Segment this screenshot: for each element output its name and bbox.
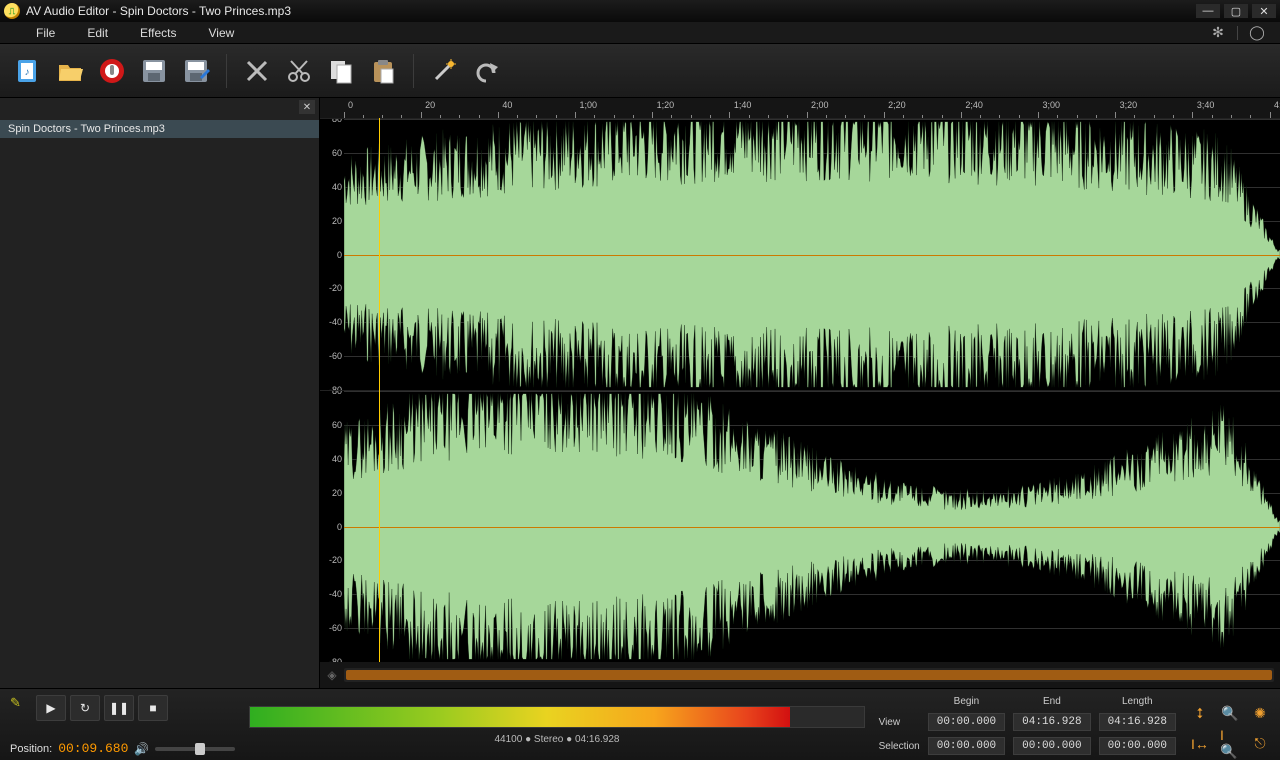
scroll-home-icon[interactable]: ◈ [320, 668, 344, 682]
magic-wand-icon [430, 57, 458, 85]
loop-button[interactable]: ↻ [70, 695, 100, 721]
window-title: AV Audio Editor - Spin Doctors - Two Pri… [26, 4, 291, 18]
level-meter [249, 706, 864, 728]
toolbar: ♪ [0, 44, 1280, 98]
waveform-channel-left[interactable]: 806040200-20-40-60-80 [320, 118, 1280, 390]
toolbar-separator [226, 54, 227, 88]
copy-button[interactable] [323, 53, 359, 89]
settings-gear-icon[interactable]: ✻ [1209, 24, 1227, 42]
position-label: Position: [10, 743, 52, 755]
horizontal-scroll-row: ◈ [320, 662, 1280, 688]
pause-button[interactable]: ❚❚ [104, 695, 134, 721]
copy-icon [327, 57, 355, 85]
new-file-icon: ♪ [14, 57, 42, 85]
paste-icon [369, 57, 397, 85]
range-row-view-label: View [879, 717, 920, 728]
waveform-editor: 020401;001;201;402;002;202;403;003;203;4… [320, 98, 1280, 688]
refresh-icon[interactable]: ◯ [1248, 24, 1266, 42]
menu-edit[interactable]: Edit [71, 22, 124, 43]
new-file-button[interactable]: ♪ [10, 53, 46, 89]
stop-button[interactable]: ■ [138, 695, 168, 721]
record-button[interactable] [94, 53, 130, 89]
save-icon [140, 57, 168, 85]
track-item-label: Spin Doctors - Two Princes.mp3 [8, 123, 165, 135]
zoom-in-icon[interactable]: 🔍 [1220, 703, 1240, 723]
selection-begin-value[interactable]: 00:00.000 [928, 737, 1005, 755]
close-button[interactable]: ✕ [1252, 4, 1276, 18]
view-begin-value[interactable]: 00:00.000 [928, 713, 1005, 731]
menu-bar: File Edit Effects View ✻ ◯ [0, 22, 1280, 44]
level-meter-area: 44100 ● Stereo ● 04:16.928 [249, 695, 864, 756]
play-button[interactable]: ▶ [36, 695, 66, 721]
range-header-end: End [1013, 696, 1090, 707]
save-as-icon [182, 57, 210, 85]
save-button[interactable] [136, 53, 172, 89]
trim-button[interactable] [281, 53, 317, 89]
svg-text:♪: ♪ [25, 67, 30, 78]
timeline-ruler[interactable]: 020401;001;201;402;002;202;403;003;203;4… [320, 98, 1280, 118]
horizontal-scrollbar[interactable] [344, 668, 1274, 682]
transport-controls: ▶ ↻ ❚❚ ■ [36, 695, 168, 721]
scissors-icon [285, 57, 313, 85]
undo-icon [472, 57, 500, 85]
view-length-value[interactable]: 04:16.928 [1099, 713, 1176, 731]
save-as-button[interactable] [178, 53, 214, 89]
track-list: Spin Doctors - Two Princes.mp3 [0, 120, 319, 138]
zoom-selection-icon[interactable]: I🔍 [1220, 734, 1240, 754]
range-header-begin: Begin [928, 696, 1005, 707]
volume-slider[interactable] [155, 747, 235, 751]
range-readout: Begin End Length View 00:00.000 04:16.92… [879, 695, 1176, 756]
zoom-fit-vertical-icon[interactable]: ⭥ [1190, 703, 1210, 723]
undo-button[interactable] [468, 53, 504, 89]
zoom-out-icon[interactable]: ⎋ [1250, 734, 1270, 754]
waveform-channel-right[interactable]: 806040200-20-40-60-80 [320, 390, 1280, 662]
waveform-channels[interactable]: 806040200-20-40-60-80 806040200-20-40-60… [320, 118, 1280, 662]
zoom-fit-horizontal-icon[interactable]: I↔ [1190, 734, 1210, 754]
scrollbar-thumb[interactable] [346, 670, 1272, 680]
record-icon [98, 57, 126, 85]
range-header-length: Length [1099, 696, 1176, 707]
effects-wand-button[interactable] [426, 53, 462, 89]
app-logo-icon: ⎍ [4, 3, 20, 19]
title-bar: ⎍ AV Audio Editor - Spin Doctors - Two P… [0, 0, 1280, 22]
menu-file[interactable]: File [20, 22, 71, 43]
view-end-value[interactable]: 04:16.928 [1013, 713, 1090, 731]
cut-icon [243, 57, 271, 85]
menu-view[interactable]: View [193, 22, 251, 43]
playhead-cursor[interactable] [379, 118, 380, 662]
open-folder-icon [56, 57, 84, 85]
zoom-controls: ⭥ 🔍 ✺ I↔ I🔍 ⎋ [1190, 695, 1270, 756]
minimize-button[interactable]: — [1196, 4, 1220, 18]
volume-slider-knob[interactable] [195, 743, 205, 755]
panel-close-button[interactable]: ✕ [299, 100, 315, 114]
cut-button[interactable] [239, 53, 275, 89]
toolbar-separator [413, 54, 414, 88]
audio-info-label: 44100 ● Stereo ● 04:16.928 [249, 734, 864, 745]
menu-effects[interactable]: Effects [124, 22, 192, 43]
selection-end-value[interactable]: 00:00.000 [1013, 737, 1090, 755]
main-area: ✕ Spin Doctors - Two Princes.mp3 020401;… [0, 98, 1280, 688]
position-value: 00:09.680 [58, 741, 128, 756]
zoom-reset-icon[interactable]: ✺ [1250, 703, 1270, 723]
position-readout: Position: 00:09.680 🔊 [10, 741, 235, 756]
open-file-button[interactable] [52, 53, 88, 89]
range-row-selection-label: Selection [879, 741, 920, 752]
divider [1237, 26, 1238, 40]
paste-button[interactable] [365, 53, 401, 89]
status-bar: ✎ ▶ ↻ ❚❚ ■ Position: 00:09.680 🔊 44100 ●… [0, 688, 1280, 760]
track-item[interactable]: Spin Doctors - Two Princes.mp3 [0, 120, 319, 138]
edit-mode-icon[interactable]: ✎ [10, 695, 26, 711]
track-list-panel: ✕ Spin Doctors - Two Princes.mp3 [0, 98, 320, 688]
maximize-button[interactable]: ▢ [1224, 4, 1248, 18]
volume-icon[interactable]: 🔊 [134, 742, 149, 756]
selection-length-value[interactable]: 00:00.000 [1099, 737, 1176, 755]
